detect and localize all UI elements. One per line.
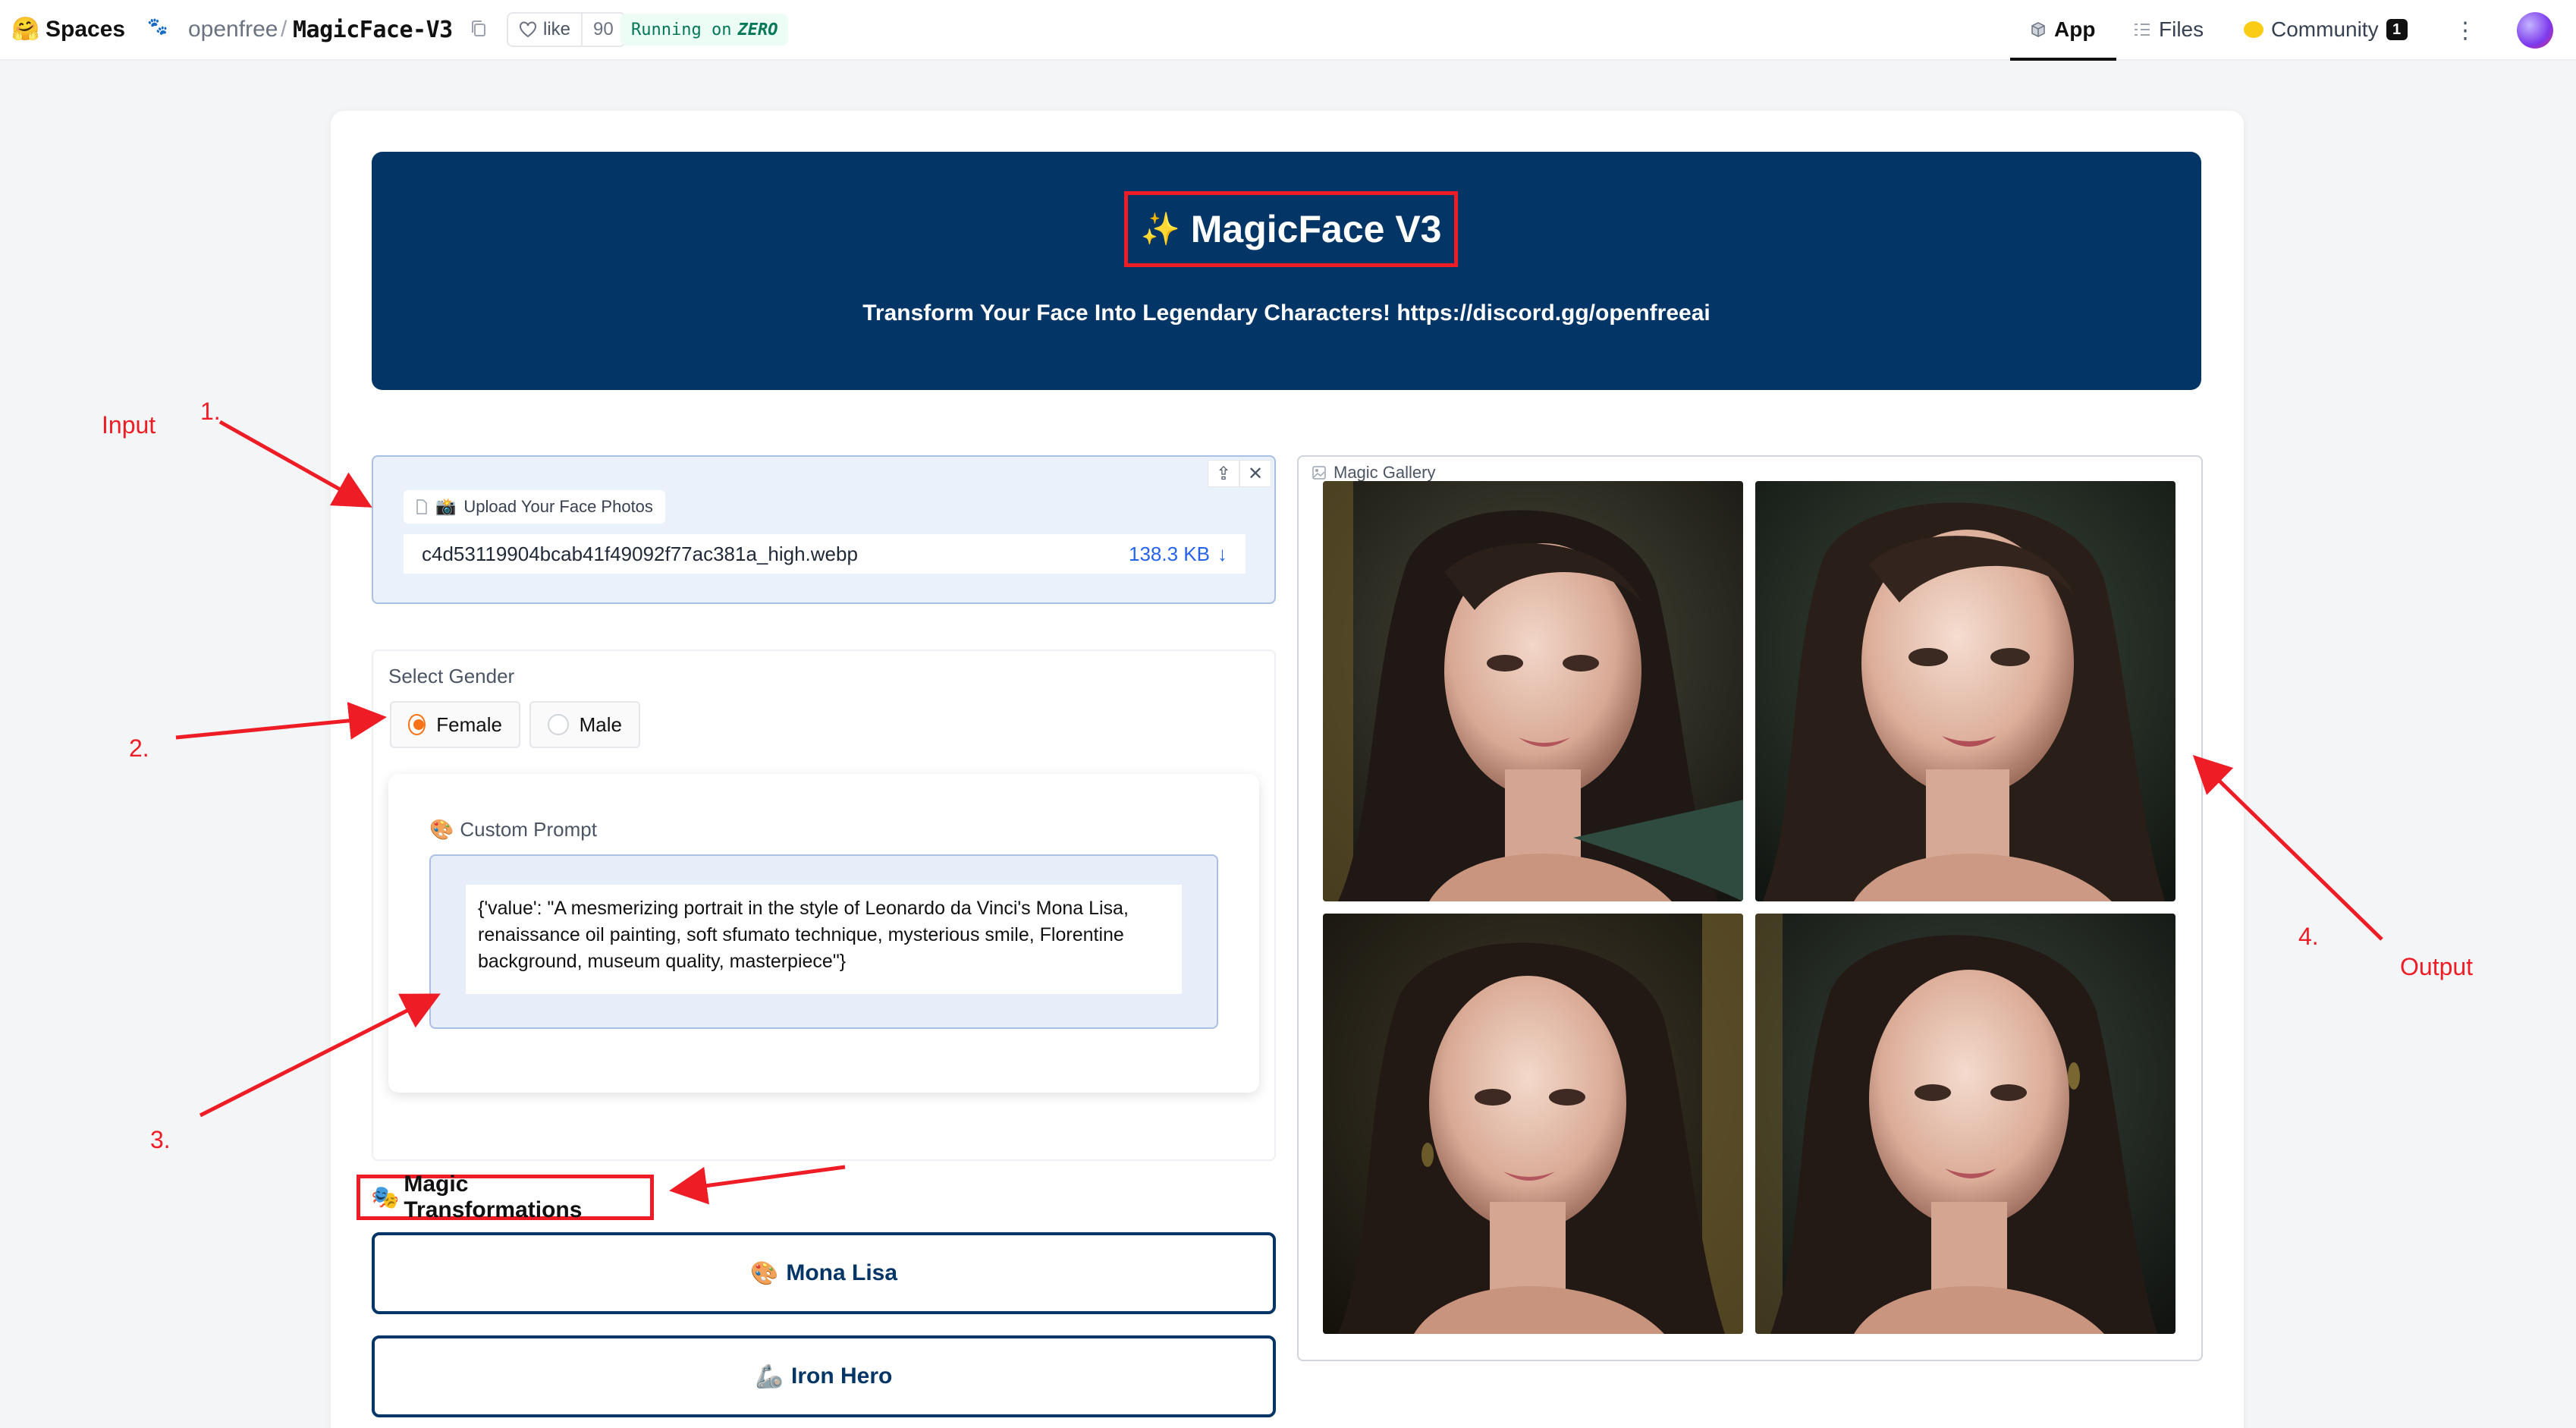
active-tab-indicator [2010, 58, 2116, 61]
upload-toolbar: ⇪ ✕ [1208, 460, 1271, 487]
upload-label-text: Upload Your Face Photos [463, 497, 653, 516]
radio-selected-icon [408, 714, 426, 735]
heading-text: Magic Transformations [404, 1172, 583, 1222]
community-icon [2244, 21, 2263, 38]
like-button[interactable]: like 90 [507, 12, 626, 47]
repo-name[interactable]: MagicFace-V3 [293, 14, 453, 46]
upload-icon[interactable]: ⇪ [1208, 460, 1239, 487]
app-title-text: MagicFace V3 [1190, 208, 1442, 250]
camera-emoji-icon: 📸 [435, 497, 457, 516]
annotation-output-label: Output [2400, 953, 2474, 980]
gallery-image[interactable] [1755, 914, 2175, 1334]
community-count-badge: 1 [2386, 19, 2408, 40]
gender-option-label: Female [436, 712, 502, 736]
iron-hero-button[interactable]: 🦾 Iron Hero [372, 1335, 1276, 1417]
gender-radio-female[interactable]: Female [390, 701, 520, 748]
prompt-label-text: Custom Prompt [460, 818, 597, 841]
files-icon [2135, 24, 2150, 36]
spaces-link[interactable]: Spaces [46, 14, 125, 46]
palette-emoji-icon: 🎨 [429, 818, 454, 841]
button-label: Iron Hero [791, 1364, 893, 1389]
gallery-image[interactable] [1755, 481, 2175, 901]
org-link[interactable]: openfree [188, 14, 278, 46]
hugging-face-logo-icon[interactable]: 🤗 [11, 15, 39, 42]
path-separator: / [281, 17, 287, 42]
annotation-number-1: 1. [200, 398, 221, 425]
copy-icon[interactable] [470, 20, 487, 38]
palette-emoji-icon: 🎨 [749, 1260, 779, 1286]
custom-prompt-value[interactable]: {'value': "A mesmerizing portrait in the… [466, 885, 1182, 994]
annotation-input-label: Input [102, 411, 156, 439]
uploaded-file-row[interactable]: c4d53119904bcab41f49092f77ac381a_high.we… [404, 534, 1246, 574]
gallery-label-text: Magic Gallery [1334, 463, 1436, 482]
button-label: Mona Lisa [786, 1260, 898, 1285]
tab-app[interactable]: App [2030, 12, 2095, 47]
image-icon [1312, 466, 1326, 480]
file-size: 138.3 KB [1129, 542, 1210, 565]
annotation-number-4: 4. [2298, 923, 2319, 950]
more-options-icon[interactable]: ⋮ [2449, 14, 2482, 47]
file-icon [416, 499, 427, 514]
mask-emoji-icon: 🎭 [371, 1184, 400, 1210]
tab-community-label: Community [2271, 17, 2379, 41]
app-title: ✨ MagicFace V3 [1124, 191, 1458, 267]
app-subtitle: Transform Your Face Into Legendary Chara… [862, 300, 1711, 326]
gender-option-label: Male [579, 712, 622, 736]
mona-lisa-button[interactable]: 🎨 Mona Lisa [372, 1232, 1276, 1314]
magic-transformations-heading: 🎭 Magic Transformations [357, 1172, 654, 1222]
org-avatar-icon[interactable]: 🐾 [147, 17, 168, 36]
gender-radio-male[interactable]: Male [529, 701, 640, 748]
heart-icon [520, 21, 536, 38]
like-label: like [543, 19, 571, 39]
arm-emoji-icon: 🦾 [755, 1364, 784, 1389]
gender-label: Select Gender [388, 665, 515, 687]
like-count: 90 [581, 14, 624, 46]
annotation-number-3: 3. [150, 1126, 171, 1153]
close-icon[interactable]: ✕ [1239, 460, 1271, 487]
annotation-number-2: 2. [129, 734, 149, 762]
upload-label: 📸 Upload Your Face Photos [404, 490, 665, 524]
gallery-image[interactable] [1323, 914, 1743, 1334]
sparkle-icon: ✨ [1140, 210, 1180, 247]
app-cube-icon [2031, 22, 2045, 37]
prompt-label: 🎨 Custom Prompt [429, 818, 597, 841]
tab-files[interactable]: Files [2133, 12, 2204, 47]
running-prefix: Running on [631, 20, 732, 39]
header-banner [372, 152, 2201, 390]
user-avatar[interactable] [2517, 12, 2553, 49]
running-status-badge: Running on ZERO [620, 14, 789, 46]
tab-files-label: Files [2159, 17, 2204, 41]
tab-community[interactable]: Community 1 [2244, 12, 2408, 47]
face-upload-area[interactable]: 📸 Upload Your Face Photos ⇪ ✕ c4d5311990… [372, 455, 1276, 604]
gallery-image[interactable] [1323, 481, 1743, 901]
top-bar: 🤗 Spaces 🐾 openfree / MagicFace-V3 like … [0, 0, 2576, 61]
file-name: c4d53119904bcab41f49092f77ac381a_high.we… [422, 542, 858, 565]
tab-app-label: App [2054, 17, 2096, 41]
running-hardware: ZERO [737, 20, 778, 39]
radio-unselected-icon [548, 714, 569, 735]
download-icon: ↓ [1217, 542, 1227, 565]
file-download-link[interactable]: 138.3 KB ↓ [1129, 543, 1227, 566]
